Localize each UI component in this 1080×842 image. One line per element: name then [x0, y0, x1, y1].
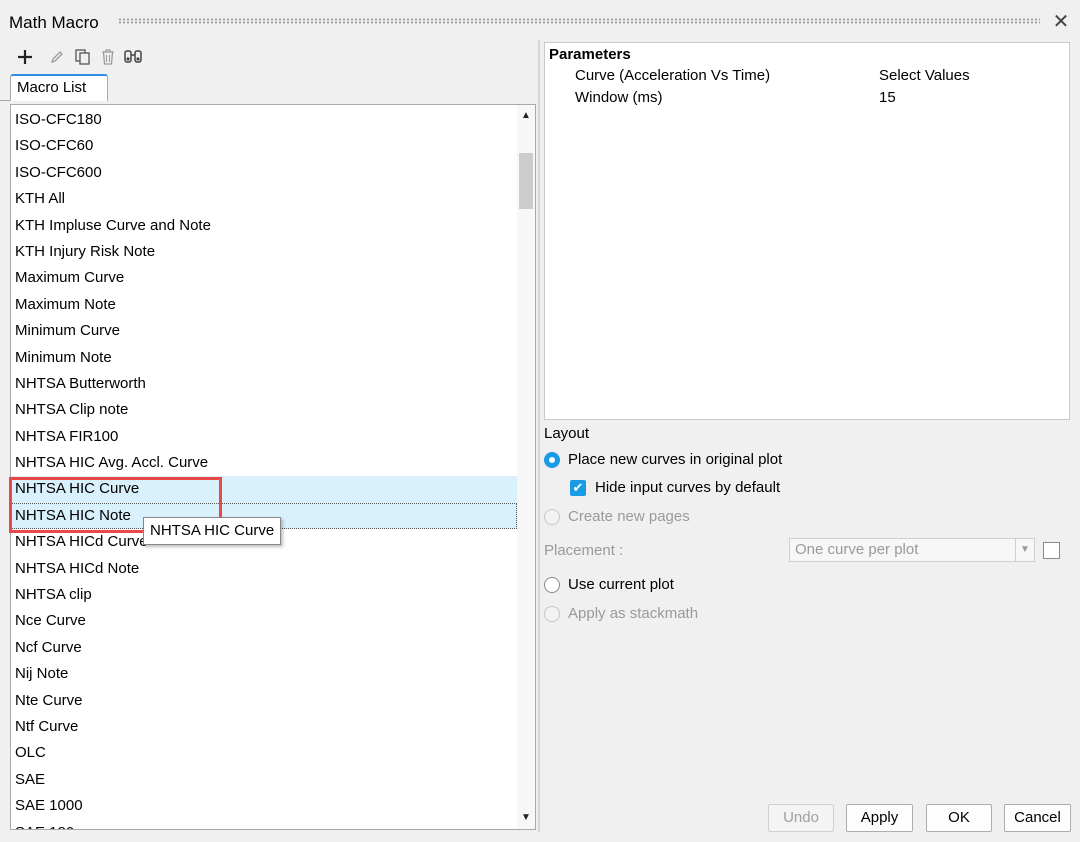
list-item[interactable]: Minimum Note — [11, 345, 517, 371]
list-item[interactable]: NHTSA Clip note — [11, 397, 517, 423]
list-item[interactable]: SAE — [11, 767, 517, 793]
delete-macro-button[interactable] — [97, 46, 119, 68]
scroll-up-icon[interactable]: ▲ — [517, 107, 535, 125]
list-item[interactable]: NHTSA HICd Note — [11, 556, 517, 582]
list-item[interactable]: ISO-CFC60 — [11, 133, 517, 159]
list-item[interactable]: Ntf Curve — [11, 714, 517, 740]
panel-splitter[interactable] — [538, 40, 540, 832]
list-item[interactable]: KTH Injury Risk Note — [11, 239, 517, 265]
list-item[interactable]: NHTSA HIC Avg. Accl. Curve — [11, 450, 517, 476]
window-title: Math Macro — [9, 13, 99, 32]
layout-title: Layout — [544, 425, 590, 442]
list-item[interactable]: SAE 180 — [11, 820, 517, 829]
delete-icon — [102, 49, 114, 65]
list-item[interactable]: OLC — [11, 740, 517, 766]
list-item[interactable]: Minimum Curve — [11, 318, 517, 344]
copy-icon — [75, 49, 90, 65]
parameters-panel: Parameters Curve (Acceleration Vs Time) … — [544, 42, 1070, 420]
scroll-thumb[interactable] — [519, 153, 533, 209]
drag-grip[interactable] — [118, 18, 1040, 24]
copy-macro-button[interactable] — [72, 46, 94, 68]
radio-stackmath[interactable] — [544, 606, 560, 622]
scroll-down-icon[interactable]: ▼ — [517, 809, 535, 827]
list-item[interactable]: Ncf Curve — [11, 635, 517, 661]
placement-select[interactable]: One curve per plot ▼ — [789, 538, 1035, 562]
param-value-curve[interactable]: Select Values — [879, 67, 970, 84]
edit-macro-button[interactable] — [46, 46, 68, 68]
radio-place-original[interactable] — [544, 452, 560, 468]
checkbox-hide-input-label: Hide input curves by default — [595, 479, 781, 496]
apply-button[interactable]: Apply — [846, 804, 913, 832]
ok-button[interactable]: OK — [926, 804, 992, 832]
find-icon — [124, 50, 142, 63]
check-icon: ✔ — [572, 480, 584, 495]
list-scrollbar[interactable]: ▲ ▼ — [517, 105, 535, 829]
title-bar: Math Macro ✕ — [0, 0, 1080, 44]
list-item[interactable]: ISO-CFC600 — [11, 160, 517, 186]
chevron-down-icon: ▼ — [1015, 539, 1034, 561]
placement-label: Placement : — [544, 542, 624, 559]
list-item[interactable]: Nce Curve — [11, 608, 517, 634]
placement-value: One curve per plot — [795, 541, 919, 558]
list-item[interactable]: KTH All — [11, 186, 517, 212]
macro-list[interactable]: ISO-CFC180 ISO-CFC60 ISO-CFC600 KTH All KTH … — [10, 104, 536, 830]
close-button[interactable]: ✕ — [1050, 11, 1072, 33]
list-item[interactable]: Nte Curve — [11, 688, 517, 714]
param-name-curve: Curve (Acceleration Vs Time) — [575, 67, 771, 84]
undo-button[interactable]: Undo — [768, 804, 834, 832]
tooltip: NHTSA HIC Curve — [143, 517, 282, 545]
find-macro-button[interactable] — [122, 46, 144, 68]
list-item[interactable]: Maximum Curve — [11, 265, 517, 291]
radio-create-pages-label: Create new pages — [568, 508, 690, 525]
checkbox-hide-input[interactable]: ✔ — [570, 480, 586, 496]
radio-stackmath-label: Apply as stackmath — [568, 605, 699, 622]
list-item[interactable]: Maximum Note — [11, 292, 517, 318]
list-item[interactable]: SAE 1000 — [11, 793, 517, 819]
list-item[interactable]: ISO-CFC180 — [11, 107, 517, 133]
add-macro-button[interactable] — [14, 46, 36, 68]
placement-checkbox[interactable] — [1043, 542, 1060, 559]
cancel-button[interactable]: Cancel — [1004, 804, 1071, 832]
edit-icon — [50, 51, 63, 64]
radio-place-original-label: Place new curves in original plot — [568, 451, 783, 468]
macro-list-items: ISO-CFC180 ISO-CFC60 ISO-CFC600 KTH All KTH … — [11, 107, 517, 829]
radio-create-pages[interactable] — [544, 509, 560, 525]
list-item[interactable]: NHTSA Butterworth — [11, 371, 517, 397]
close-icon: ✕ — [1052, 11, 1070, 33]
param-name-window: Window (ms) — [575, 89, 663, 106]
list-item[interactable]: NHTSA FIR100 — [11, 424, 517, 450]
plus-icon — [18, 50, 32, 64]
tab-macro-list[interactable]: Macro List — [10, 74, 108, 101]
radio-use-current-label: Use current plot — [568, 576, 674, 593]
tab-label: Macro List — [17, 79, 87, 96]
list-item[interactable]: KTH Impluse Curve and Note — [11, 213, 517, 239]
parameters-title: Parameters — [549, 46, 631, 63]
list-item[interactable]: Nij Note — [11, 661, 517, 687]
list-item[interactable]: NHTSA clip — [11, 582, 517, 608]
radio-use-current[interactable] — [544, 577, 560, 593]
param-value-window[interactable]: 15 — [879, 89, 896, 106]
